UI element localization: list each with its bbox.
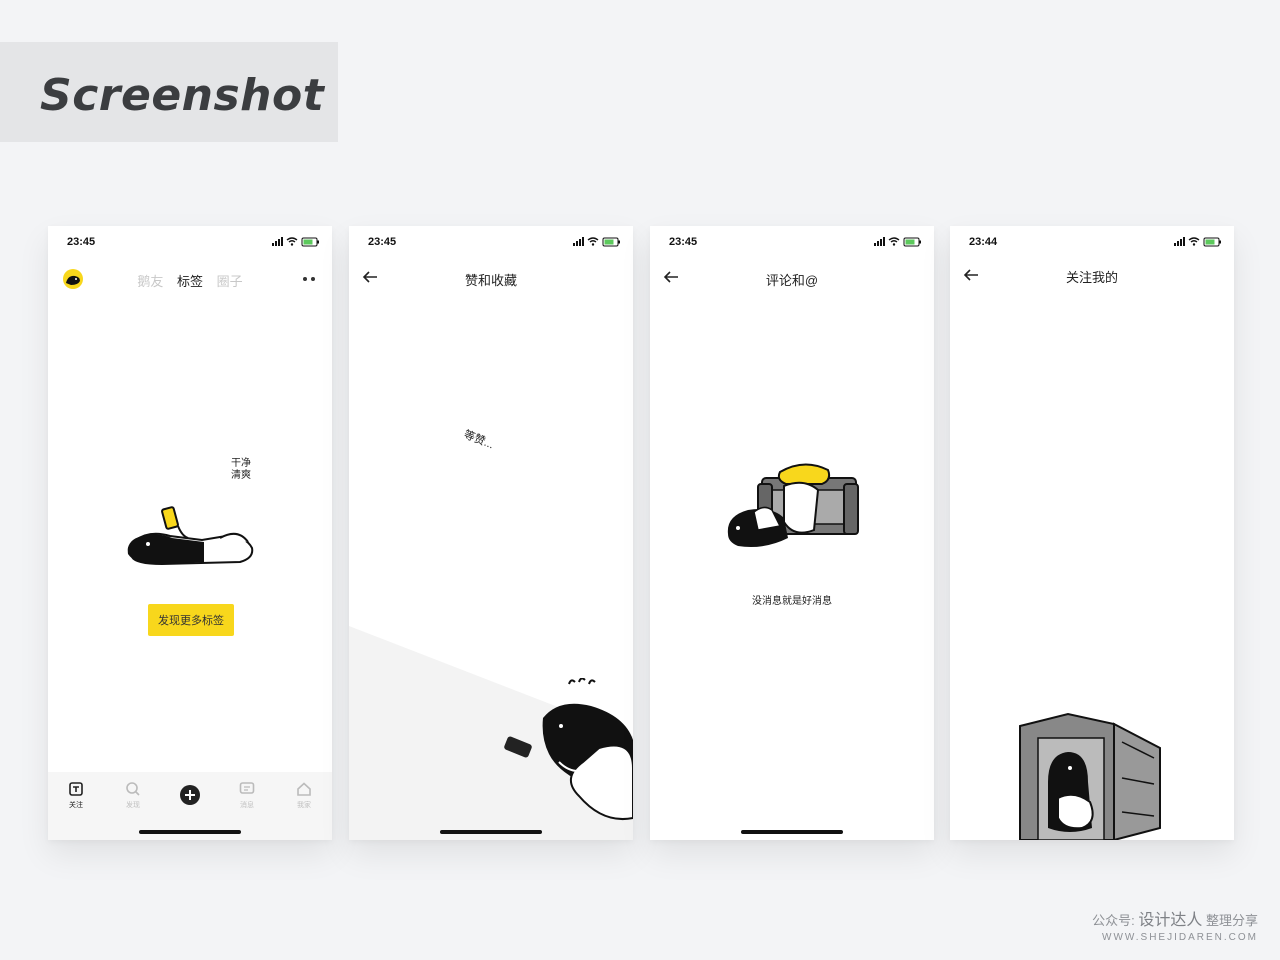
- tabbar-follow-label: 关注: [69, 802, 83, 809]
- tab-circles[interactable]: 圈子: [217, 274, 243, 289]
- phone-screen-followers: 23:44 关注我的: [950, 226, 1234, 840]
- home-indicator: [440, 830, 542, 834]
- search-icon: [126, 782, 140, 796]
- status-time: 23:45: [669, 236, 698, 248]
- credit-line: 公众号: 设计达人 整理分享: [1092, 906, 1258, 930]
- status-icons: [573, 237, 620, 247]
- waiting-likes-text: 等赞...: [461, 428, 496, 452]
- tabbar-follow[interactable]: 关注: [56, 782, 96, 810]
- page-title: Screenshot: [40, 70, 325, 121]
- signal-icon: [1174, 237, 1185, 246]
- tabbar-discover[interactable]: 发现: [113, 782, 153, 810]
- more-icon[interactable]: [302, 276, 316, 282]
- credit-url: WWW.SHEJIDAREN.COM: [1102, 932, 1258, 943]
- tabbar-discover-label: 发现: [126, 802, 140, 809]
- tabbar-add[interactable]: [170, 784, 210, 808]
- tabbar-messages[interactable]: 消息: [227, 782, 267, 810]
- wifi-icon: [587, 237, 599, 246]
- sofa-character-illustration: [727, 463, 859, 547]
- speech-line-2: 清爽: [231, 470, 251, 481]
- screen-title: 评论和@: [765, 273, 819, 288]
- wifi-icon: [286, 237, 298, 246]
- home-indicator: [741, 830, 843, 834]
- screen-title: 赞和收藏: [464, 273, 517, 288]
- phone-screen-tags: 23:45 鹅友 标签 圈子 干净 清爽 发现更多标签 关注 发现 消息 我家: [48, 226, 332, 840]
- status-icons: [1174, 237, 1221, 247]
- signal-icon: [874, 237, 885, 246]
- tabbar-messages-label: 消息: [240, 802, 254, 809]
- speech-text: 干净 清爽: [231, 458, 251, 482]
- credit-watermark: 公众号: 设计达人 整理分享 WWW.SHEJIDAREN.COM: [1092, 906, 1258, 943]
- battery-icon: [903, 237, 921, 247]
- status-time: 23:45: [67, 236, 96, 248]
- credit-brand: 设计达人: [1138, 912, 1203, 929]
- phone-screen-comments: 23:45 评论和@ 没消息就是好消息: [650, 226, 934, 840]
- empty-state-message: 没消息就是好消息: [752, 596, 832, 607]
- tab-friends[interactable]: 鹅友: [137, 274, 163, 289]
- phone-screen-likes: 23:45 赞和收藏 等赞...: [349, 226, 633, 840]
- status-time: 23:45: [368, 236, 397, 248]
- wifi-icon: [888, 237, 900, 246]
- tabbar-home-label: 我家: [297, 802, 311, 809]
- signal-icon: [573, 237, 584, 246]
- message-icon: [239, 782, 255, 794]
- tab-tags[interactable]: 标签: [177, 274, 203, 289]
- wifi-icon: [1188, 237, 1200, 246]
- top-tabs: 鹅友 标签 圈子: [48, 271, 332, 290]
- crouching-character-illustration: [504, 678, 633, 820]
- tabbar-home[interactable]: 我家: [284, 782, 324, 810]
- fridge-character-illustration: [1019, 712, 1161, 840]
- screen-title: 关注我的: [1065, 270, 1118, 285]
- credit-suffix: 整理分享: [1205, 913, 1258, 928]
- credit-prefix: 公众号:: [1092, 913, 1135, 928]
- home-indicator: [139, 830, 241, 834]
- status-time: 23:44: [969, 236, 998, 248]
- lying-character-illustration: [127, 506, 254, 566]
- home-icon: [297, 782, 311, 796]
- status-icons: [874, 237, 921, 247]
- follow-icon: [69, 782, 83, 796]
- signal-icon: [272, 237, 283, 246]
- add-icon: [180, 785, 200, 805]
- battery-icon: [1203, 237, 1221, 247]
- status-icons: [272, 237, 319, 247]
- battery-icon: [301, 237, 319, 247]
- battery-icon: [602, 237, 620, 247]
- discover-more-tags-button[interactable]: 发现更多标签: [148, 604, 234, 636]
- speech-line-1: 干净: [231, 458, 251, 469]
